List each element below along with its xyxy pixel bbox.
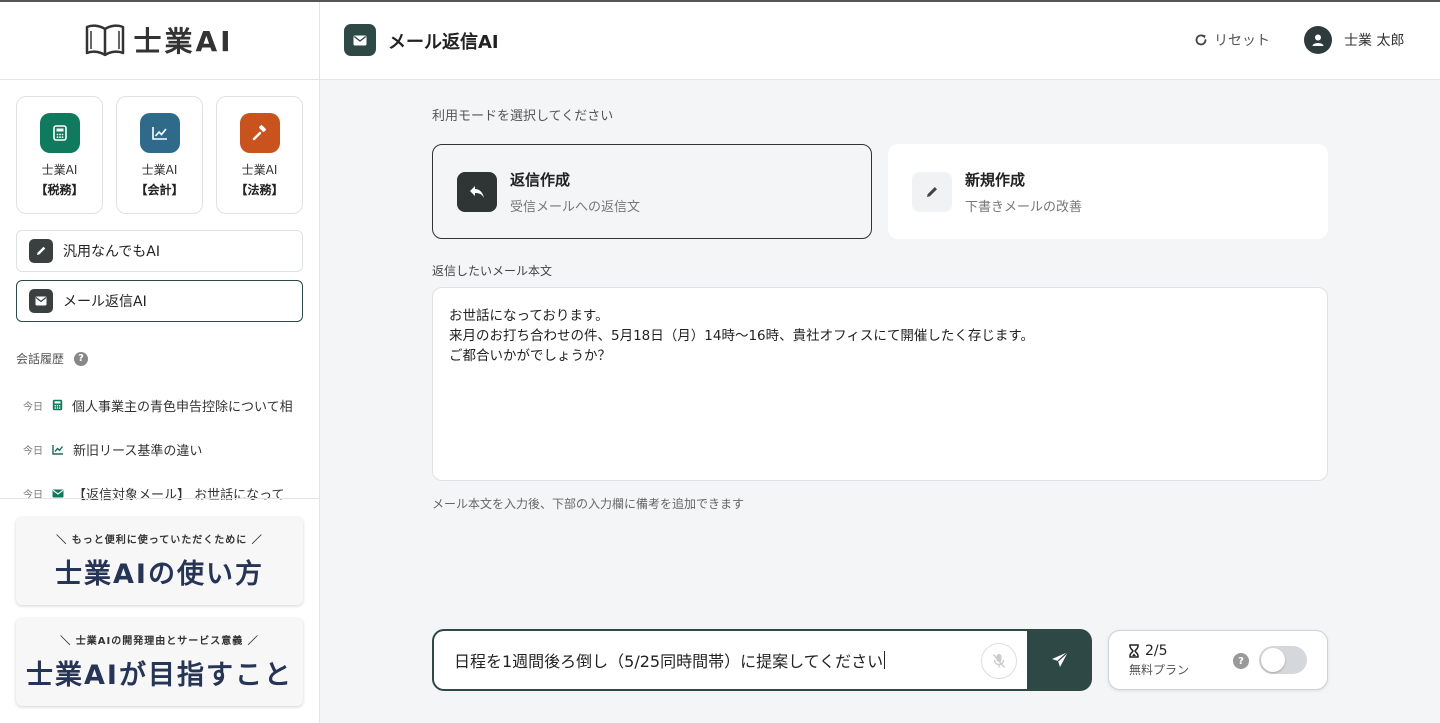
banner-subtitle: ＼ もっと便利に使っていただくために ／ [56,535,263,546]
usage-panel: 2/5 無料プラン ? [1108,630,1328,690]
reset-button[interactable]: リセット [1194,30,1270,50]
mode-description: 受信メールへの返信文 [510,199,641,215]
usage-count: 2/5 [1145,642,1168,659]
send-button[interactable] [1027,629,1092,691]
mode-reply-card[interactable]: 返信作成 受信メールへの返信文 [432,144,872,239]
chart-line-icon [52,444,64,455]
history-item[interactable]: 今日 新旧リース基準の違い [0,427,319,471]
sidebar-divider [0,498,320,499]
envelope-icon [344,24,376,56]
history-item[interactable]: 今日 個人事業主の青色申告控除について相 [0,383,319,427]
send-icon [1051,651,1068,667]
page-title: メール返信AI [388,32,499,53]
history-day: 今日 [23,445,43,457]
hourglass-icon [1129,643,1139,658]
refresh-icon [1195,34,1207,46]
nav-label: 汎用なんでもAI [63,244,161,260]
nav-general-ai[interactable]: 汎用なんでもAI [16,230,303,272]
sidebar: 士業AI 士業AI 【税務】 士業AI 【会計】 士業AI 【法務】 汎用なんで… [0,0,320,723]
mail-body-label: 返信したいメール本文 [432,264,553,278]
text-cursor [884,651,886,669]
reply-arrow-icon [457,171,497,212]
history-title: 会話履歴 [16,352,65,366]
chart-line-icon [139,113,180,153]
tool-legal[interactable]: 士業AI 【法務】 [216,96,303,214]
plan-toggle[interactable] [1259,646,1307,674]
window-top-border [0,0,1440,2]
mode-text: 新規作成 下書きメールの改善 [965,169,1082,215]
usage-count-row: 2/5 [1129,643,1189,659]
user-menu[interactable]: 士業 太郎 [1304,26,1404,54]
tool-name: 士業AI [141,163,178,177]
chat-input-area: 日程を1週間後ろ倒し（5/25同時間帯）に提案してください [432,629,1092,691]
banner-subtitle: ＼ 士業AIの開発理由とサービス意義 ／ [60,636,259,647]
usage-info: 2/5 無料プラン [1129,643,1189,678]
mail-hint: メール本文を入力後、下部の入力欄に備考を追加できます [432,497,745,511]
envelope-icon [52,489,64,497]
mode-label: 利用モードを選択してください [432,109,614,124]
history-title-text: 【返信対象メール】 お世話になって [73,487,285,503]
help-icon[interactable]: ? [1233,653,1249,669]
mail-line: 来月のお打ち合わせの件、5月18日（月）14時〜16時、貴社オフィスにて開催した… [449,328,1035,344]
history-heading: 会話履歴 ? [16,350,303,367]
history-title-text: 新旧リース基準の違い [73,443,203,459]
envelope-icon [29,289,53,313]
tool-sub: 【法務】 [235,183,284,197]
toggle-knob [1261,648,1285,672]
microphone-off-icon [992,654,1006,668]
logo[interactable]: 士業AI [0,0,319,80]
history-list: 今日 個人事業主の青色申告控除について相 今日 新旧リース基準の違い 今日 【返… [0,383,319,515]
tool-name: 士業AI [241,163,278,177]
banner-title: 士業AIの使い方 [55,559,264,590]
header: メール返信AI リセット 士業 太郎 [320,0,1440,80]
history-item[interactable]: 今日 【返信対象メール】 お世話になって [0,471,319,515]
mail-body-textarea[interactable]: お世話になっております。 来月のお打ち合わせの件、5月18日（月）14時〜16時… [432,287,1328,481]
reset-label: リセット [1214,33,1270,49]
help-icon[interactable]: ? [74,351,89,366]
banner-mission[interactable]: ＼ 士業AIの開発理由とサービス意義 ／ 士業AIが目指すこと [16,618,303,706]
tool-sub: 【税務】 [35,183,84,197]
calculator-icon [39,113,80,153]
mode-title: 返信作成 [510,170,571,189]
history-day: 今日 [23,401,43,413]
calculator-icon [52,399,63,411]
tool-tax[interactable]: 士業AI 【税務】 [16,96,103,214]
chat-input[interactable]: 日程を1週間後ろ倒し（5/25同時間帯）に提案してください [432,629,1027,691]
banner-title: 士業AIが目指すこと [26,660,293,691]
pencil-icon [29,239,53,263]
brand-name: 士業AI [133,24,234,58]
history-title-text: 個人事業主の青色申告控除について相 [72,399,293,415]
nav-label: メール返信AI [63,294,147,310]
mode-description: 下書きメールの改善 [965,199,1083,215]
gavel-icon [239,113,280,153]
user-avatar-icon [1304,26,1332,54]
main-content: 利用モードを選択してください 返信作成 受信メールへの返信文 新規作成 下書きメ… [320,80,1440,723]
mail-line: お世話になっております。 [449,308,609,324]
tool-sub: 【会計】 [135,183,184,197]
mode-new-card[interactable]: 新規作成 下書きメールの改善 [888,144,1328,239]
pencil-icon [912,171,952,212]
tool-grid: 士業AI 【税務】 士業AI 【会計】 士業AI 【法務】 [0,80,319,214]
mode-title: 新規作成 [965,170,1026,189]
mode-text: 返信作成 受信メールへの返信文 [510,169,640,215]
chat-input-value: 日程を1週間後ろ倒し（5/25同時間帯）に提案してください [454,652,884,671]
tool-name: 士業AI [41,163,78,177]
open-book-icon [86,23,125,56]
user-name: 士業 太郎 [1344,33,1405,49]
tool-accounting[interactable]: 士業AI 【会計】 [116,96,203,214]
nav-mail-reply-ai[interactable]: メール返信AI [16,280,303,322]
banner-how-to-use[interactable]: ＼ もっと便利に使っていただくために ／ 士業AIの使い方 [16,517,303,605]
plan-name: 無料プラン [1129,662,1190,677]
microphone-off-button[interactable] [981,643,1017,679]
mail-line: ご都合いかがでしょうか？ [449,348,611,364]
